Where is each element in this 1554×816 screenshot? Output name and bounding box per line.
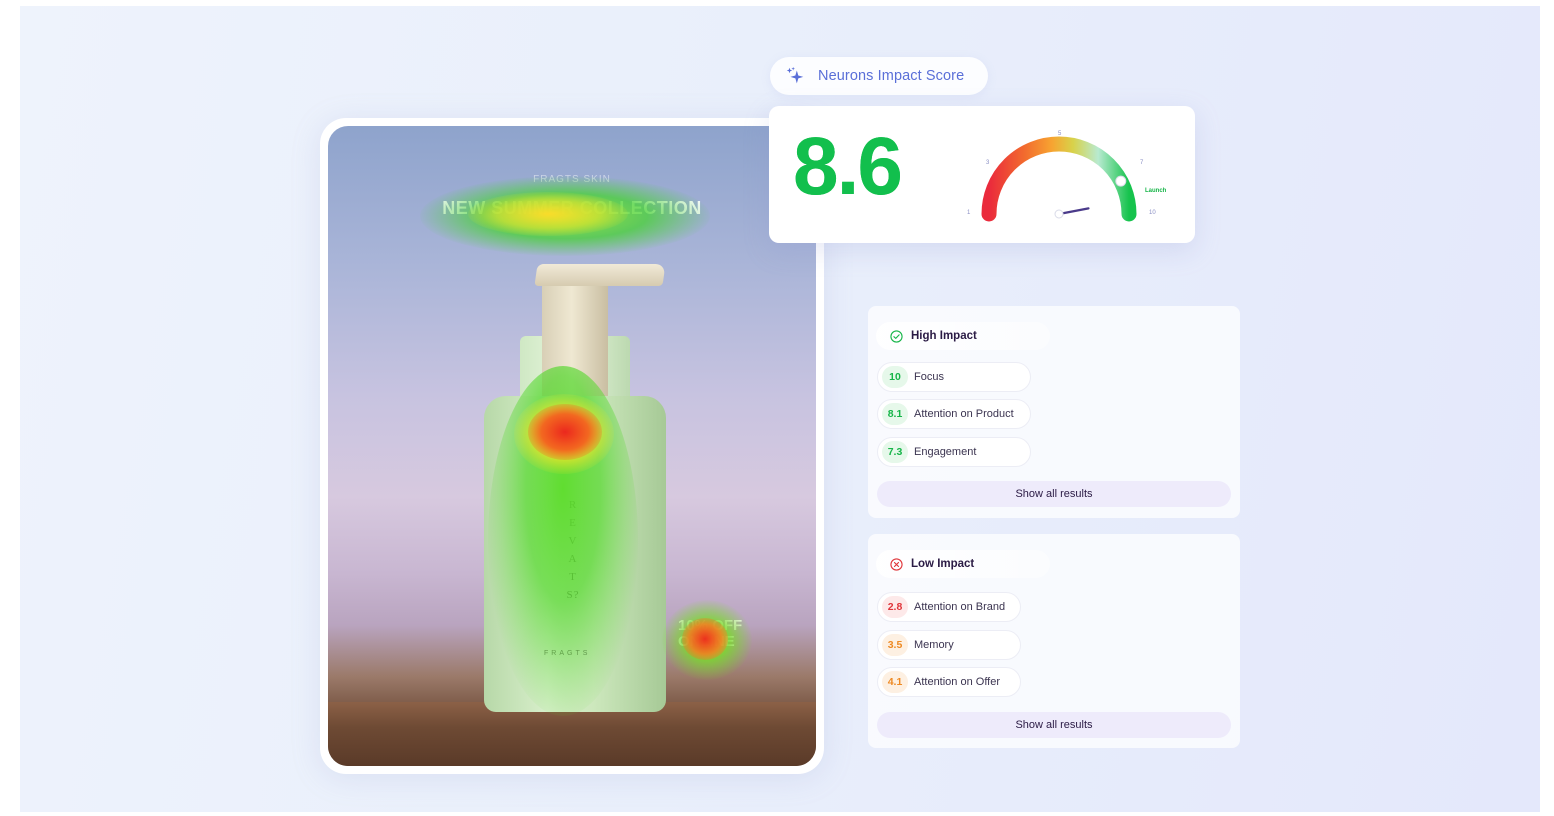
low-impact-panel: Low Impact 2.8 Attention on Brand 3.5 Me… [868,534,1240,748]
gauge-needle-pivot [1054,209,1064,219]
gauge-tick-label: 10 [1149,210,1156,216]
metric-score-badge: 8.1 [882,403,908,425]
metric-attention-on-product[interactable]: 8.1 Attention on Product [877,399,1031,429]
metric-score-badge: 10 [882,366,908,388]
metric-attention-on-offer[interactable]: 4.1 Attention on Offer [877,667,1021,697]
check-circle-icon [890,329,903,343]
impact-score-title: Neurons Impact Score [818,68,965,84]
canvas-background: REVATS? FRAGTS FRAGTS SKIN NEW SUMMER CO… [20,6,1540,812]
x-circle-icon [890,557,903,571]
metric-label: Attention on Product [914,408,1014,420]
bottle-nozzle [534,264,666,286]
score-gauge: 1 3 5 7 10 Launch [967,131,1167,222]
metric-label: Attention on Offer [914,676,1001,688]
high-impact-panel: High Impact 10 Focus 8.1 Attention on Pr… [868,306,1240,518]
impact-score-label: Neurons Impact Score [770,57,988,95]
high-impact-title: High Impact [911,330,977,342]
impact-score-card: 8.6 1 3 5 7 10 Launch [769,106,1195,243]
high-impact-header: High Impact [876,322,1050,350]
metric-label: Attention on Brand [914,601,1006,613]
metric-label: Engagement [914,446,977,458]
metric-focus[interactable]: 10 Focus [877,362,1031,392]
metric-score-badge: 2.8 [882,596,908,618]
gauge-value-marker [1115,175,1127,187]
ad-brand-text: FRAGTS SKIN [533,174,611,185]
sparkle-icon [786,66,804,84]
metric-memory[interactable]: 3.5 Memory [877,630,1021,660]
metric-label: Memory [914,639,954,651]
gauge-tick-label: 1 [967,210,971,216]
ad-offer-text: 10% OFF ONLINE [678,618,768,650]
ad-offer-line1: 10% OFF [678,617,743,634]
metric-score-badge: 4.1 [882,671,908,693]
ad-image-card: REVATS? FRAGTS FRAGTS SKIN NEW SUMMER CO… [320,118,824,774]
show-all-results-button[interactable]: Show all results [877,712,1231,738]
metric-score-badge: 7.3 [882,441,908,463]
low-impact-header: Low Impact [876,550,1050,578]
low-impact-title: Low Impact [911,558,975,570]
metric-attention-on-brand[interactable]: 2.8 Attention on Brand [877,592,1021,622]
gauge-tick-label: 5 [1058,131,1062,137]
gauge-tick-label: 7 [1140,160,1144,166]
bottle-pump [542,266,608,406]
ad-image-heatmap: REVATS? FRAGTS FRAGTS SKIN NEW SUMMER CO… [328,126,816,766]
gauge-arc [981,136,1137,222]
impact-score-value: 8.6 [793,121,903,212]
bottle-brand-vertical: REVATS? [566,499,580,601]
gauge-launch-label: Launch [1145,188,1167,194]
bottle-brand-small: FRAGTS [544,650,591,657]
ad-offer-line2: ONLINE [678,633,735,650]
metric-engagement[interactable]: 7.3 Engagement [877,437,1031,467]
metric-score-badge: 3.5 [882,634,908,656]
gauge-tick-label: 3 [986,160,990,166]
metric-label: Focus [914,371,944,383]
ad-headline: NEW SUMMER COLLECTION [442,198,702,218]
show-all-results-button[interactable]: Show all results [877,481,1231,507]
